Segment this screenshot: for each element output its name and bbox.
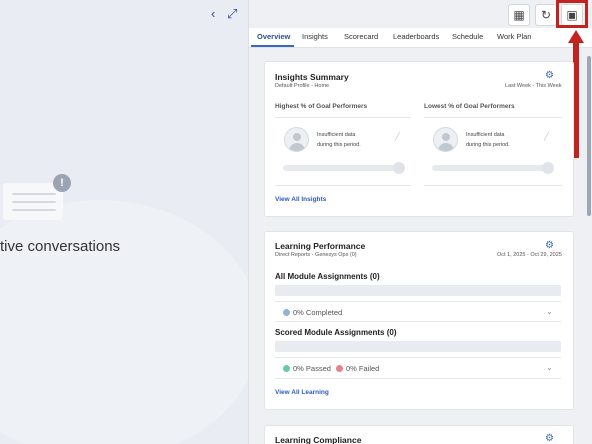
completed-legend: 0% Completed xyxy=(283,308,342,317)
view-all-learning-link[interactable]: View All Learning xyxy=(275,389,329,396)
insufficient-data-text: Insufficient data xyxy=(466,132,505,138)
divider xyxy=(275,357,561,358)
passed-label: 0% Passed xyxy=(293,364,331,373)
lowest-performers-title: Lowest % of Goal Performers xyxy=(424,103,515,110)
failed-legend: 0% Failed xyxy=(336,364,379,373)
panel-toolbar: ▦ ↻ ▣ xyxy=(249,0,592,28)
card-title: Learning Compliance xyxy=(275,435,362,444)
failed-dot xyxy=(336,365,343,372)
date-range-label: Oct 1, 2025 - Oct 29, 2025 xyxy=(497,252,562,258)
info-badge: ! xyxy=(53,174,71,192)
chevron-down-icon[interactable]: ⌄ xyxy=(546,307,553,316)
illustration-line xyxy=(12,201,56,203)
performance-slider xyxy=(432,165,550,171)
annotation-arrow-head xyxy=(568,30,584,43)
insufficient-data-text: Insufficient data xyxy=(317,132,356,138)
insufficient-data-text: during this period. xyxy=(466,142,510,148)
tab-leaderboards[interactable]: Leaderboards xyxy=(393,32,439,41)
tab-bar: Overview Insights Scorecard Leaderboards… xyxy=(249,28,592,48)
performance-panel: ▦ ↻ ▣ Overview Insights Scorecard Leader… xyxy=(248,0,592,444)
illustration-line xyxy=(12,209,56,211)
divider xyxy=(275,321,561,322)
slider-knob xyxy=(393,162,405,174)
scored-modules-progress-bar xyxy=(275,341,561,352)
card-title: Learning Performance xyxy=(275,241,366,251)
highest-performers-title: Highest % of Goal Performers xyxy=(275,103,368,110)
card-title: Insights Summary xyxy=(275,72,349,82)
period-label: Last Week - This Week xyxy=(505,83,562,89)
scrollbar[interactable] xyxy=(587,56,591,216)
chevron-down-icon[interactable]: ⌄ xyxy=(546,363,553,372)
learning-compliance-card: Learning Compliance ⚙ xyxy=(264,425,574,444)
chart-icon: ╱ xyxy=(395,132,400,141)
tab-insights[interactable]: Insights xyxy=(302,32,328,41)
direct-reports-label: Direct Reports - Genesys Ops (0) xyxy=(275,252,357,258)
refresh-icon[interactable]: ↻ xyxy=(535,4,557,26)
profile-label: Default Profile - Home xyxy=(275,83,330,89)
avatar xyxy=(284,127,309,152)
scored-module-assignments-title: Scored Module Assignments (0) xyxy=(275,328,397,337)
insufficient-data-text: during this period. xyxy=(317,142,361,148)
completed-dot xyxy=(283,309,290,316)
tab-scorecard[interactable]: Scorecard xyxy=(344,32,378,41)
conversation-pane: ‹ ⤢ ! tive conversations xyxy=(0,0,248,444)
passed-legend: 0% Passed xyxy=(283,364,331,373)
gear-icon[interactable]: ⚙ xyxy=(545,240,554,251)
passed-dot xyxy=(283,365,290,372)
expand-icon[interactable]: ⤢ xyxy=(227,6,237,22)
divider xyxy=(275,117,411,118)
insights-summary-card: Insights Summary Default Profile - Home … xyxy=(264,61,574,217)
chevron-left-icon[interactable]: ‹ xyxy=(211,6,215,21)
active-tab-indicator xyxy=(251,45,294,47)
highlight-box xyxy=(556,0,588,28)
all-modules-progress-bar xyxy=(275,285,561,296)
divider xyxy=(275,185,411,186)
failed-label: 0% Failed xyxy=(346,364,380,373)
tab-schedule[interactable]: Schedule xyxy=(452,32,483,41)
background-shape xyxy=(0,200,248,444)
tab-work-plan[interactable]: Work Plan xyxy=(497,32,531,41)
performance-slider xyxy=(283,165,401,171)
layout-icon[interactable]: ▦ xyxy=(508,4,530,26)
learning-performance-card: Learning Performance Direct Reports - Ge… xyxy=(264,231,574,410)
slider-knob xyxy=(542,162,554,174)
illustration-line xyxy=(12,193,56,195)
all-module-assignments-title: All Module Assignments (0) xyxy=(275,272,380,281)
divider xyxy=(424,117,562,118)
conversations-label: tive conversations xyxy=(0,238,121,255)
gear-icon[interactable]: ⚙ xyxy=(545,433,554,444)
divider xyxy=(275,378,561,379)
divider xyxy=(424,185,562,186)
tab-overview[interactable]: Overview xyxy=(257,32,290,41)
completed-label: 0% Completed xyxy=(293,308,343,317)
chart-icon: ╱ xyxy=(544,132,549,141)
avatar xyxy=(433,127,458,152)
view-all-insights-link[interactable]: View All Insights xyxy=(275,196,326,203)
gear-icon[interactable]: ⚙ xyxy=(545,70,554,81)
divider xyxy=(275,301,561,302)
